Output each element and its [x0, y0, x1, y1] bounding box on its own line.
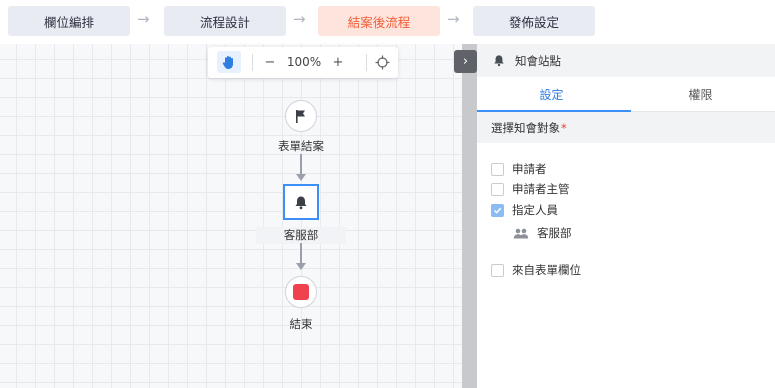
flow-edge-arrow — [296, 174, 306, 181]
stop-icon — [293, 284, 309, 300]
zoom-in-button[interactable]: + — [328, 51, 348, 73]
checkbox[interactable] — [491, 162, 504, 176]
option-specified-person[interactable]: 指定人員 — [491, 202, 558, 218]
step-post-close-flow[interactable]: 結案後流程 — [318, 6, 440, 36]
step-arrow-icon: → — [293, 10, 306, 28]
fit-view-button[interactable] — [371, 51, 393, 73]
properties-panel: 知會站點 設定 權限 選擇知會對象 * 申請者 申請者主管 指定人員 客服部 來… — [477, 44, 775, 388]
hand-icon — [222, 55, 233, 69]
flow-canvas[interactable]: − 100% + 表單結案 客服部 結束 — [0, 44, 462, 388]
flow-node-label: 客服部 — [256, 227, 346, 244]
pan-tool-button[interactable] — [217, 51, 241, 73]
flag-icon — [296, 109, 305, 123]
option-applicant-manager[interactable]: 申請者主管 — [491, 181, 570, 197]
active-tab-indicator — [477, 110, 631, 112]
step-flow-design[interactable]: 流程設計 — [164, 6, 286, 36]
bell-icon — [494, 55, 504, 67]
flow-node-end[interactable] — [285, 276, 317, 308]
option-label: 指定人員 — [512, 203, 558, 217]
panel-tabs: 設定 權限 — [477, 77, 775, 112]
panel-header: 知會站點 — [477, 44, 775, 77]
step-arrow-icon: → — [137, 10, 150, 28]
zoom-out-button[interactable]: − — [260, 51, 280, 73]
flow-node-notify[interactable] — [283, 184, 319, 220]
section-label: 選擇知會對象 — [491, 120, 560, 135]
step-field-layout[interactable]: 欄位編排 — [8, 6, 130, 36]
section-header: 選擇知會對象 * — [477, 112, 775, 143]
flow-node-label: 表單結案 — [278, 139, 324, 153]
canvas-toolbar: − 100% + — [208, 47, 398, 78]
member-name: 客服部 — [537, 226, 572, 240]
flow-node-label: 結束 — [289, 317, 313, 331]
option-from-form-field[interactable]: 來自表單欄位 — [491, 262, 581, 278]
option-label: 申請者主管 — [512, 182, 570, 196]
option-label: 申請者 — [512, 162, 547, 176]
panel-title: 知會站點 — [515, 53, 561, 68]
tab-permissions[interactable]: 權限 — [626, 77, 775, 111]
crosshair-icon — [375, 55, 389, 69]
check-icon — [493, 207, 502, 214]
group-icon — [513, 228, 529, 238]
tab-settings[interactable]: 設定 — [477, 77, 626, 111]
toolbar-divider — [252, 54, 253, 71]
bell-icon — [295, 196, 307, 209]
assigned-member: 客服部 — [513, 225, 572, 241]
required-mark: * — [561, 120, 567, 135]
toolbar-divider — [366, 54, 367, 71]
zoom-level: 100% — [286, 55, 322, 69]
option-label: 來自表單欄位 — [512, 263, 581, 277]
collapse-panel-button[interactable]: › — [454, 50, 477, 73]
flow-edge-arrow — [296, 263, 306, 270]
step-arrow-icon: → — [447, 10, 460, 28]
flow-node-form-closed[interactable] — [285, 100, 317, 132]
step-publish-settings[interactable]: 發佈設定 — [473, 6, 595, 36]
checkbox[interactable] — [491, 263, 504, 277]
panel-splitter[interactable] — [462, 44, 477, 388]
step-bar: 欄位編排 → 流程設計 → 結案後流程 → 發佈設定 — [0, 0, 775, 44]
checkbox[interactable] — [491, 182, 504, 196]
flow-edge — [300, 154, 302, 176]
checkbox-checked[interactable] — [491, 203, 504, 217]
option-applicant[interactable]: 申請者 — [491, 161, 547, 177]
flow-edge — [300, 243, 302, 265]
